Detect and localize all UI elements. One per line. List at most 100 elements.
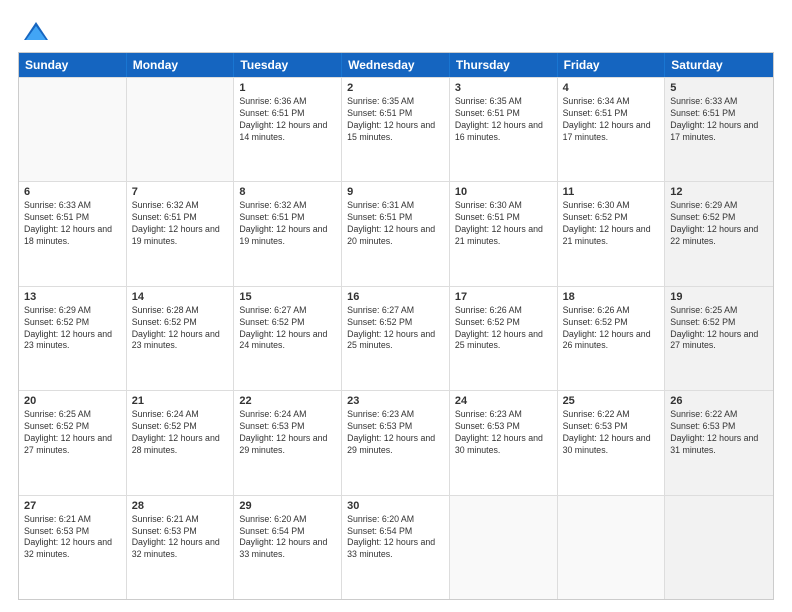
cell-info: Sunrise: 6:27 AM Sunset: 6:52 PM Dayligh… [239, 305, 336, 353]
cell-info: Sunrise: 6:29 AM Sunset: 6:52 PM Dayligh… [24, 305, 121, 353]
cell-info: Sunrise: 6:23 AM Sunset: 6:53 PM Dayligh… [455, 409, 552, 457]
calendar-cell-12: 12 Sunrise: 6:29 AM Sunset: 6:52 PM Dayli… [665, 182, 773, 285]
header-day-friday: Friday [558, 53, 666, 77]
logo-icon [22, 18, 50, 46]
calendar-header: SundayMondayTuesdayWednesdayThursdayFrid… [19, 53, 773, 77]
calendar-cell-8: 8Sunrise: 6:32 AM Sunset: 6:51 PM Daylig… [234, 182, 342, 285]
calendar-cell-17: 17 Sunrise: 6:26 AM Sunset: 6:52 PM Dayli… [450, 287, 558, 390]
calendar-cell-29: 29Sunrise: 6:20 AM Sunset: 6:54 PM Dayli… [234, 496, 342, 599]
calendar-row-4: 27 Sunrise: 6:21 AM Sunset: 6:53 PM Dayli… [19, 495, 773, 599]
cell-info: Sunrise: 6:20 AM Sunset: 6:54 PM Dayligh… [347, 514, 444, 562]
cell-info: Sunrise: 6:22 AM Sunset: 6:53 PM Dayligh… [670, 409, 768, 457]
day-number: 18 [563, 291, 660, 303]
cell-info: Sunrise: 6:25 AM Sunset: 6:52 PM Dayligh… [24, 409, 121, 457]
day-number: 9 [347, 186, 444, 198]
day-number: 1 [239, 82, 336, 94]
day-number: 17 [455, 291, 552, 303]
day-number: 16 [347, 291, 444, 303]
calendar-row-2: 13Sunrise: 6:29 AM Sunset: 6:52 PM Dayli… [19, 286, 773, 390]
calendar-cell-26: 26 Sunrise: 6:22 AM Sunset: 6:53 PM Dayli… [665, 391, 773, 494]
calendar-cell-16: 16 Sunrise: 6:27 AM Sunset: 6:52 PM Dayli… [342, 287, 450, 390]
calendar-cell-11: 11 Sunrise: 6:30 AM Sunset: 6:52 PM Dayli… [558, 182, 666, 285]
day-number: 21 [132, 395, 229, 407]
calendar-cell-23: 23 Sunrise: 6:23 AM Sunset: 6:53 PM Dayli… [342, 391, 450, 494]
cell-info: Sunrise: 6:29 AM Sunset: 6:52 PM Dayligh… [670, 200, 768, 248]
day-number: 11 [563, 186, 660, 198]
day-number: 4 [563, 82, 660, 94]
calendar-row-3: 20 Sunrise: 6:25 AM Sunset: 6:52 PM Dayli… [19, 390, 773, 494]
cell-info: Sunrise: 6:26 AM Sunset: 6:52 PM Dayligh… [563, 305, 660, 353]
day-number: 5 [670, 82, 768, 94]
cell-info: Sunrise: 6:23 AM Sunset: 6:53 PM Dayligh… [347, 409, 444, 457]
header-day-saturday: Saturday [665, 53, 773, 77]
day-number: 30 [347, 500, 444, 512]
calendar-cell-13: 13Sunrise: 6:29 AM Sunset: 6:52 PM Dayli… [19, 287, 127, 390]
cell-info: Sunrise: 6:30 AM Sunset: 6:52 PM Dayligh… [563, 200, 660, 248]
day-number: 6 [24, 186, 121, 198]
calendar-cell-14: 14Sunrise: 6:28 AM Sunset: 6:52 PM Dayli… [127, 287, 235, 390]
calendar-cell-24: 24 Sunrise: 6:23 AM Sunset: 6:53 PM Dayli… [450, 391, 558, 494]
cell-info: Sunrise: 6:22 AM Sunset: 6:53 PM Dayligh… [563, 409, 660, 457]
calendar-cell-7: 7 Sunrise: 6:32 AM Sunset: 6:51 PM Daylig… [127, 182, 235, 285]
cell-info: Sunrise: 6:34 AM Sunset: 6:51 PM Dayligh… [563, 96, 660, 144]
calendar-cell-27: 27 Sunrise: 6:21 AM Sunset: 6:53 PM Dayli… [19, 496, 127, 599]
day-number: 2 [347, 82, 444, 94]
cell-info: Sunrise: 6:25 AM Sunset: 6:52 PM Dayligh… [670, 305, 768, 353]
calendar-cell-3: 3 Sunrise: 6:35 AM Sunset: 6:51 PM Daylig… [450, 78, 558, 181]
calendar-cell-empty [665, 496, 773, 599]
day-number: 3 [455, 82, 552, 94]
cell-info: Sunrise: 6:36 AM Sunset: 6:51 PM Dayligh… [239, 96, 336, 144]
cell-info: Sunrise: 6:30 AM Sunset: 6:51 PM Dayligh… [455, 200, 552, 248]
calendar-cell-18: 18 Sunrise: 6:26 AM Sunset: 6:52 PM Dayli… [558, 287, 666, 390]
header-day-wednesday: Wednesday [342, 53, 450, 77]
logo [18, 18, 50, 42]
calendar-cell-empty [558, 496, 666, 599]
cell-info: Sunrise: 6:21 AM Sunset: 6:53 PM Dayligh… [132, 514, 229, 562]
cell-info: Sunrise: 6:33 AM Sunset: 6:51 PM Dayligh… [670, 96, 768, 144]
day-number: 20 [24, 395, 121, 407]
calendar-cell-28: 28Sunrise: 6:21 AM Sunset: 6:53 PM Dayli… [127, 496, 235, 599]
cell-info: Sunrise: 6:21 AM Sunset: 6:53 PM Dayligh… [24, 514, 121, 562]
calendar-cell-empty [450, 496, 558, 599]
calendar-cell-4: 4 Sunrise: 6:34 AM Sunset: 6:51 PM Daylig… [558, 78, 666, 181]
calendar-body: 1 Sunrise: 6:36 AM Sunset: 6:51 PM Daylig… [19, 77, 773, 599]
calendar-cell-1: 1 Sunrise: 6:36 AM Sunset: 6:51 PM Daylig… [234, 78, 342, 181]
calendar-cell-empty [19, 78, 127, 181]
header [18, 18, 774, 42]
day-number: 26 [670, 395, 768, 407]
day-number: 15 [239, 291, 336, 303]
day-number: 27 [24, 500, 121, 512]
cell-info: Sunrise: 6:26 AM Sunset: 6:52 PM Dayligh… [455, 305, 552, 353]
calendar-cell-9: 9Sunrise: 6:31 AM Sunset: 6:51 PM Daylig… [342, 182, 450, 285]
day-number: 7 [132, 186, 229, 198]
calendar-cell-20: 20 Sunrise: 6:25 AM Sunset: 6:52 PM Dayli… [19, 391, 127, 494]
cell-info: Sunrise: 6:32 AM Sunset: 6:51 PM Dayligh… [132, 200, 229, 248]
header-day-monday: Monday [127, 53, 235, 77]
calendar: SundayMondayTuesdayWednesdayThursdayFrid… [18, 52, 774, 600]
cell-info: Sunrise: 6:28 AM Sunset: 6:52 PM Dayligh… [132, 305, 229, 353]
cell-info: Sunrise: 6:35 AM Sunset: 6:51 PM Dayligh… [347, 96, 444, 144]
calendar-cell-6: 6Sunrise: 6:33 AM Sunset: 6:51 PM Daylig… [19, 182, 127, 285]
calendar-cell-30: 30 Sunrise: 6:20 AM Sunset: 6:54 PM Dayli… [342, 496, 450, 599]
day-number: 24 [455, 395, 552, 407]
calendar-cell-25: 25 Sunrise: 6:22 AM Sunset: 6:53 PM Dayli… [558, 391, 666, 494]
day-number: 8 [239, 186, 336, 198]
day-number: 12 [670, 186, 768, 198]
day-number: 10 [455, 186, 552, 198]
day-number: 23 [347, 395, 444, 407]
cell-info: Sunrise: 6:20 AM Sunset: 6:54 PM Dayligh… [239, 514, 336, 562]
calendar-row-1: 6Sunrise: 6:33 AM Sunset: 6:51 PM Daylig… [19, 181, 773, 285]
calendar-cell-21: 21Sunrise: 6:24 AM Sunset: 6:52 PM Dayli… [127, 391, 235, 494]
header-day-sunday: Sunday [19, 53, 127, 77]
header-day-thursday: Thursday [450, 53, 558, 77]
cell-info: Sunrise: 6:35 AM Sunset: 6:51 PM Dayligh… [455, 96, 552, 144]
calendar-cell-10: 10 Sunrise: 6:30 AM Sunset: 6:51 PM Dayli… [450, 182, 558, 285]
calendar-cell-5: 5 Sunrise: 6:33 AM Sunset: 6:51 PM Daylig… [665, 78, 773, 181]
cell-info: Sunrise: 6:27 AM Sunset: 6:52 PM Dayligh… [347, 305, 444, 353]
calendar-cell-2: 2 Sunrise: 6:35 AM Sunset: 6:51 PM Daylig… [342, 78, 450, 181]
day-number: 25 [563, 395, 660, 407]
calendar-row-0: 1 Sunrise: 6:36 AM Sunset: 6:51 PM Daylig… [19, 77, 773, 181]
day-number: 19 [670, 291, 768, 303]
calendar-cell-22: 22Sunrise: 6:24 AM Sunset: 6:53 PM Dayli… [234, 391, 342, 494]
calendar-cell-19: 19 Sunrise: 6:25 AM Sunset: 6:52 PM Dayli… [665, 287, 773, 390]
